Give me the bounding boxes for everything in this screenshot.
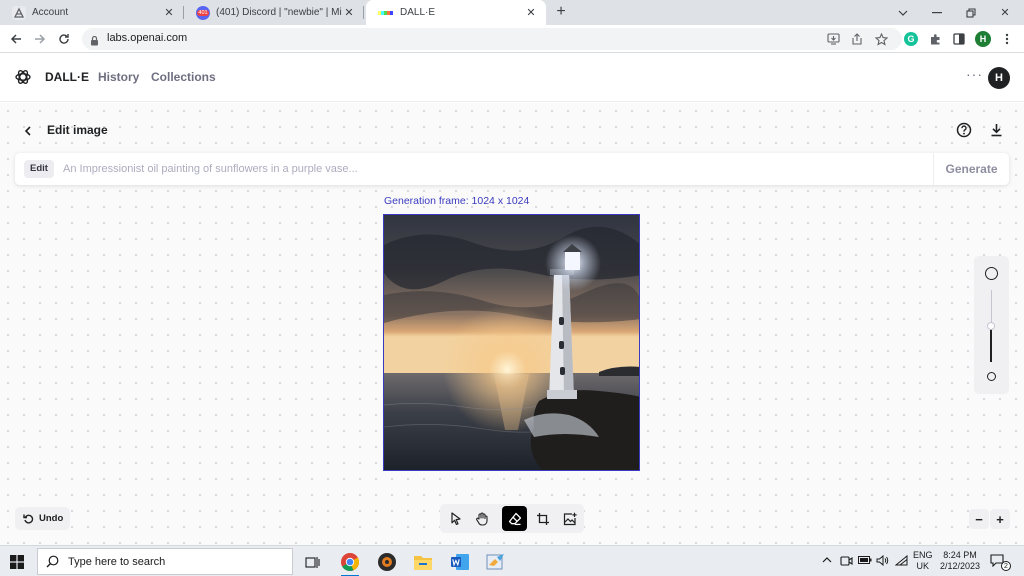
crop-frame-icon xyxy=(536,512,549,525)
zoom-fill xyxy=(990,326,992,362)
add-image-tool[interactable] xyxy=(557,506,582,531)
close-window-button[interactable]: ✕ xyxy=(988,0,1022,25)
share-icon[interactable] xyxy=(848,30,866,48)
nav-history[interactable]: History xyxy=(98,70,139,84)
zoom-panel xyxy=(974,256,1009,394)
minimize-button[interactable] xyxy=(920,0,954,25)
media-player-app-icon[interactable] xyxy=(374,549,400,575)
more-options-icon[interactable]: ··· xyxy=(966,66,983,82)
eraser-tool[interactable] xyxy=(502,506,527,531)
prompt-bar: Edit Generate xyxy=(15,153,1009,185)
undo-button[interactable]: Undo xyxy=(15,507,70,530)
download-icon[interactable] xyxy=(990,123,1003,142)
prompt-input[interactable] xyxy=(63,158,923,180)
undo-label: Undo xyxy=(39,513,64,524)
profile-initial: H xyxy=(975,31,991,47)
reload-icon[interactable] xyxy=(54,29,74,49)
tab-title: DALL·E xyxy=(400,7,436,18)
openai-logo-icon[interactable] xyxy=(14,68,32,91)
language-code: ENG xyxy=(913,550,933,560)
zoom-out-circle-icon[interactable] xyxy=(987,372,996,381)
forward-arrow-icon[interactable] xyxy=(30,29,50,49)
browser-menu-icon[interactable] xyxy=(998,30,1016,48)
windows-search-input[interactable] xyxy=(68,555,268,568)
generation-frame-label: Generation frame: 1024 x 1024 xyxy=(384,195,530,207)
zoom-in-button[interactable]: + xyxy=(990,509,1010,529)
pan-tool[interactable] xyxy=(469,506,494,531)
account-favicon-icon xyxy=(12,5,26,20)
eraser-icon xyxy=(508,512,521,525)
profile-avatar[interactable]: H xyxy=(974,30,992,48)
paint-app-icon[interactable] xyxy=(483,549,509,575)
brand-name[interactable]: DALL·E xyxy=(45,70,89,84)
task-view-icon[interactable] xyxy=(299,549,325,575)
word-app-icon[interactable] xyxy=(447,549,473,575)
clock-date: 2/12/2023 xyxy=(939,561,981,571)
search-icon xyxy=(46,555,59,568)
lighthouse-image xyxy=(384,215,639,470)
windows-search-box[interactable] xyxy=(37,548,293,575)
input-language-indicator[interactable]: ENG UK xyxy=(913,550,933,572)
restore-button[interactable] xyxy=(954,0,988,25)
tab-badge: 401 xyxy=(197,9,209,16)
tab-search-chevron-icon[interactable] xyxy=(886,0,920,25)
tab-title: (401) Discord | "newbie" | Midjou xyxy=(216,7,342,18)
user-avatar[interactable]: H xyxy=(988,67,1010,89)
zoom-in-circle-icon[interactable] xyxy=(985,267,998,280)
crop-tool[interactable] xyxy=(530,506,555,531)
extensions-puzzle-icon[interactable] xyxy=(926,30,944,48)
close-tab-icon[interactable]: ✕ xyxy=(342,6,356,19)
wifi-icon[interactable] xyxy=(894,554,908,569)
dalle-favicon-icon xyxy=(378,6,394,20)
generate-button[interactable]: Generate xyxy=(934,153,1009,185)
close-tab-icon[interactable]: ✕ xyxy=(162,6,176,19)
notification-count-badge: 2 xyxy=(1001,561,1011,571)
page-title: Edit image xyxy=(47,123,108,137)
edit-mode-chip: Edit xyxy=(24,160,54,178)
grammarly-initial: G xyxy=(904,32,918,46)
tab-account[interactable]: Account ✕ xyxy=(0,0,184,25)
app-header: DALL·E History Collections ··· xyxy=(0,54,1024,102)
side-panel-icon[interactable] xyxy=(950,30,968,48)
tab-title: Account xyxy=(32,7,69,18)
nav-collections[interactable]: Collections xyxy=(151,70,216,84)
back-arrow-icon[interactable] xyxy=(6,29,26,49)
browser-toolbar: labs.openai.com G H xyxy=(0,25,1024,53)
edit-toolbox xyxy=(440,504,584,533)
install-app-icon[interactable] xyxy=(824,30,842,48)
url-text: labs.openai.com xyxy=(107,32,188,44)
grammarly-extension-icon[interactable]: G xyxy=(902,30,920,48)
hand-icon xyxy=(475,511,488,526)
upload-image-icon xyxy=(563,512,577,525)
system-clock[interactable]: 8:24 PM 2/12/2023 xyxy=(936,550,984,572)
clock-time: 8:24 PM xyxy=(943,550,977,560)
back-chevron-icon[interactable] xyxy=(22,124,34,136)
select-tool[interactable] xyxy=(443,506,468,531)
address-bar[interactable]: labs.openai.com xyxy=(82,28,902,50)
lock-icon xyxy=(90,33,99,51)
undo-icon xyxy=(23,514,34,524)
discord-favicon-icon: 401 xyxy=(196,5,210,20)
keyboard-layout: UK xyxy=(916,561,930,571)
browser-tab-strip: Account ✕ 401 (401) Discord | "newbie" |… xyxy=(0,0,1024,25)
tab-dalle[interactable]: DALL·E ✕ xyxy=(366,0,546,25)
tab-discord[interactable]: 401 (401) Discord | "newbie" | Midjou ✕ xyxy=(184,0,364,25)
battery-icon[interactable] xyxy=(858,555,872,568)
show-hidden-icons-chevron-icon[interactable] xyxy=(822,555,832,566)
file-explorer-app-icon[interactable] xyxy=(410,549,436,575)
windows-start-icon[interactable] xyxy=(10,555,24,574)
new-tab-button[interactable]: + xyxy=(552,3,570,21)
zoom-out-button[interactable]: − xyxy=(969,509,989,529)
help-icon[interactable] xyxy=(956,122,972,143)
zoom-slider-handle[interactable] xyxy=(987,322,995,330)
close-tab-icon[interactable]: ✕ xyxy=(524,6,538,19)
bookmark-star-icon[interactable] xyxy=(872,30,890,48)
pointer-icon xyxy=(450,512,461,525)
chrome-app-icon[interactable] xyxy=(337,549,363,576)
volume-icon[interactable] xyxy=(876,554,889,569)
generation-frame[interactable] xyxy=(383,214,640,471)
meet-now-icon[interactable] xyxy=(840,555,853,570)
windows-taskbar: ENG UK 8:24 PM 2/12/2023 2 xyxy=(0,545,1024,576)
